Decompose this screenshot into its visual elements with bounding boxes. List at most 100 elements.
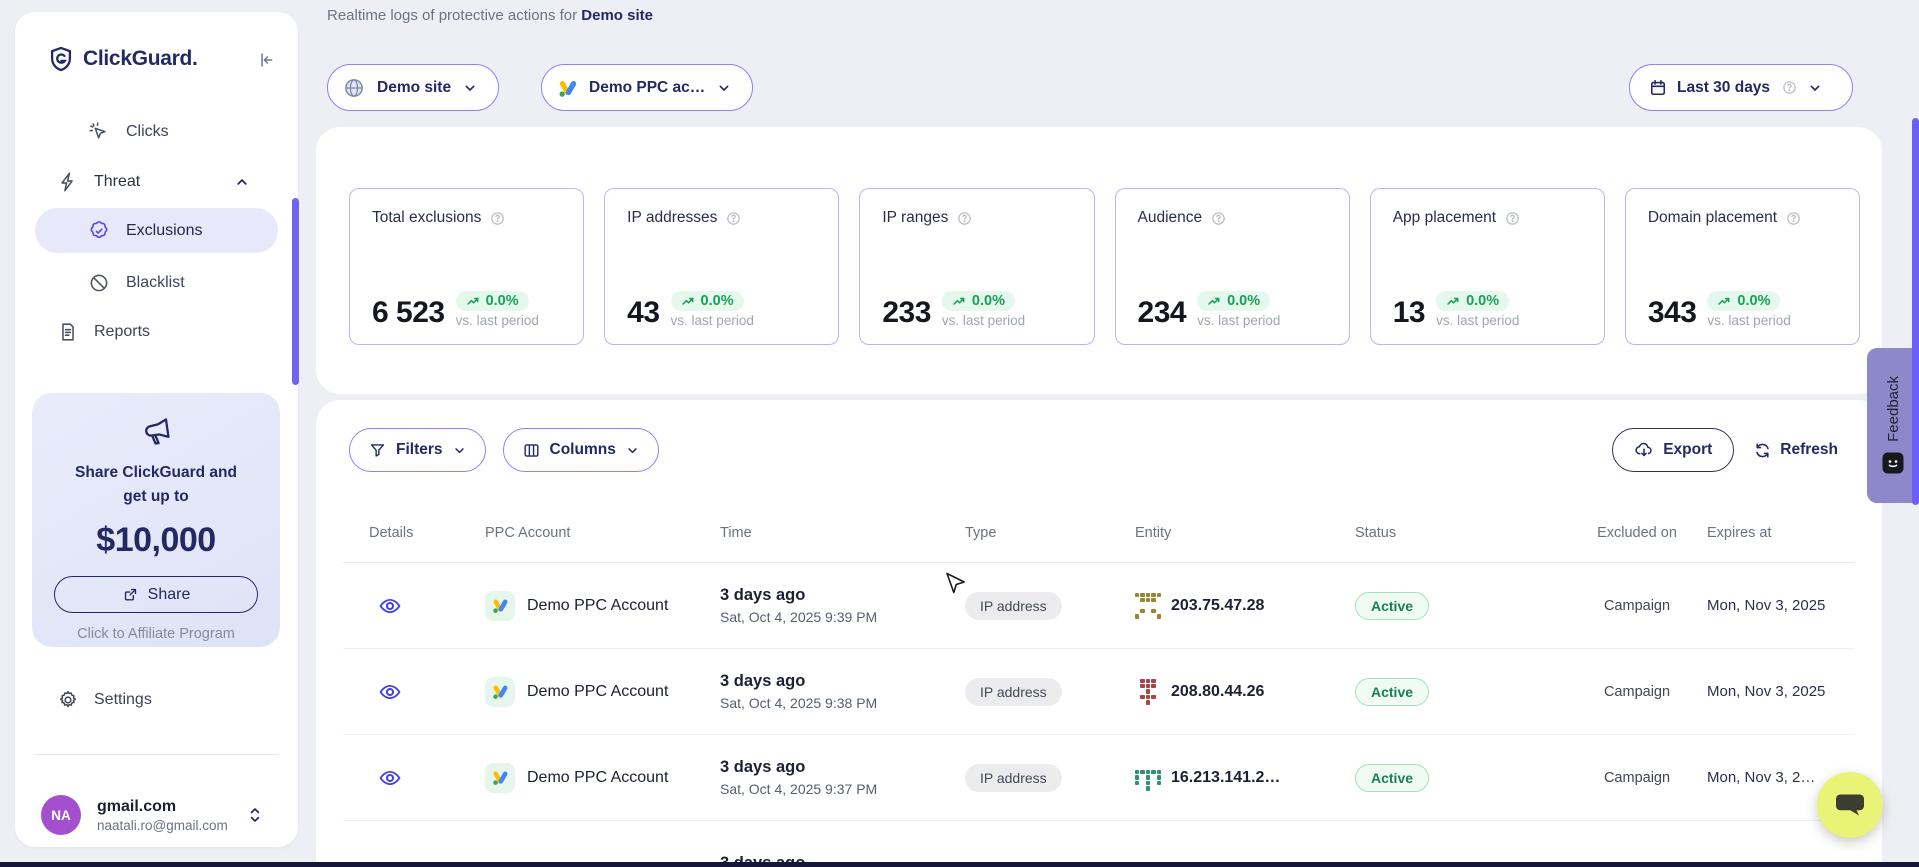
excluded-on-value: Campaign <box>1567 684 1707 700</box>
stat-label: IP addresses <box>627 209 717 227</box>
table-row-partial: 3 days ago <box>343 821 1854 862</box>
sidebar-collapse-icon[interactable] <box>255 50 275 70</box>
ppc-account-selector-value: Demo PPC ac… <box>589 79 705 97</box>
sidebar-item-reports[interactable]: Reports <box>15 312 298 352</box>
promo-text-line1: Share ClickGuard and <box>32 461 280 485</box>
status-badge: Active <box>1355 764 1429 792</box>
type-badge: IP address <box>965 592 1062 620</box>
column-header-type: Type <box>965 525 1135 541</box>
view-details-button[interactable] <box>378 594 485 618</box>
time-relative: 3 days ago <box>720 854 965 862</box>
stat-caption: vs. last period <box>456 313 539 328</box>
column-header-ppc-account: PPC Account <box>485 525 720 541</box>
sidebar-item-label: Settings <box>94 691 152 709</box>
page-scrollbar[interactable] <box>1912 118 1919 505</box>
stat-caption: vs. last period <box>1197 313 1280 328</box>
stat-value: 6 523 <box>372 298 445 328</box>
globe-icon <box>342 76 366 100</box>
chevron-down-icon <box>716 80 732 96</box>
megaphone-icon <box>32 393 280 451</box>
user-email: naatali.ro@gmail.com <box>97 818 228 833</box>
sidebar-item-settings[interactable]: Settings <box>15 680 298 720</box>
trend-up-icon <box>952 294 967 309</box>
stat-caption: vs. last period <box>1436 313 1519 328</box>
view-details-button[interactable] <box>378 766 485 790</box>
stat-caption: vs. last period <box>671 313 754 328</box>
stat-card-ip-ranges: IP ranges 233 0.0% vs. last period <box>859 188 1094 345</box>
sidebar: ClickGuard. Clicks Threat Exclusions <box>15 12 298 847</box>
shield-logo-icon <box>48 46 74 72</box>
sidebar-item-threat[interactable]: Threat <box>15 162 298 202</box>
help-icon[interactable] <box>1781 79 1798 96</box>
google-ads-icon <box>558 78 578 98</box>
stat-delta: 0.0% <box>486 293 519 309</box>
sidebar-item-blacklist[interactable]: Blacklist <box>15 263 298 303</box>
table-header-row: Details PPC Account Time Type Entity Sta… <box>343 472 1854 563</box>
sidebar-item-exclusions[interactable]: Exclusions <box>35 208 278 253</box>
refresh-button[interactable]: Refresh <box>1753 441 1838 460</box>
stat-value: 13 <box>1393 298 1425 328</box>
calendar-icon <box>1648 78 1668 98</box>
stat-delta: 0.0% <box>1466 293 1499 309</box>
help-icon[interactable] <box>1504 210 1521 227</box>
trend-up-icon <box>681 294 696 309</box>
google-ads-icon <box>485 677 515 707</box>
date-range-selector[interactable]: Last 30 days <box>1629 64 1853 111</box>
help-icon[interactable] <box>956 210 973 227</box>
site-selector-value: Demo site <box>377 79 451 97</box>
export-button[interactable]: Export <box>1612 428 1734 472</box>
time-absolute: Sat, Oct 4, 2025 9:38 PM <box>720 695 965 711</box>
help-icon[interactable] <box>1210 210 1227 227</box>
bolt-icon <box>57 171 79 193</box>
chat-button[interactable] <box>1817 772 1883 838</box>
stat-card-total-exclusions: Total exclusions 6 523 0.0% vs. last per… <box>349 188 584 345</box>
date-range-value: Last 30 days <box>1677 79 1770 97</box>
entity-identicon <box>1135 765 1161 791</box>
ppc-account-selector[interactable]: Demo PPC ac… <box>541 64 753 111</box>
sidebar-item-clicks[interactable]: Clicks <box>15 112 298 152</box>
user-name: gmail.com <box>97 798 228 816</box>
help-icon[interactable] <box>1785 210 1802 227</box>
site-selector[interactable]: Demo site <box>327 64 499 111</box>
table-row: Demo PPC Account 3 days agoSat, Oct 4, 2… <box>343 735 1854 821</box>
column-header-entity: Entity <box>1135 525 1355 541</box>
affiliate-promo-card: Share ClickGuard and get up to $10,000 S… <box>32 393 280 647</box>
share-button[interactable]: Share <box>54 576 258 613</box>
expires-at-value: Mon, Nov 3, 2025 <box>1707 597 1854 614</box>
entity-value: 16.213.141.2… <box>1171 769 1280 787</box>
viewport-bottom-edge <box>0 862 1919 867</box>
stat-card-audience: Audience 234 0.0% vs. last period <box>1115 188 1350 345</box>
entity-identicon <box>1135 679 1161 705</box>
external-link-icon <box>122 586 139 603</box>
chevron-down-icon <box>625 443 640 458</box>
columns-button[interactable]: Columns <box>503 428 659 472</box>
user-profile[interactable]: NA gmail.com naatali.ro@gmail.com <box>15 777 298 853</box>
stat-delta: 0.0% <box>1737 293 1770 309</box>
stat-label: Audience <box>1138 209 1203 227</box>
feedback-bubble-icon <box>1881 451 1905 475</box>
help-icon[interactable] <box>489 210 506 227</box>
stat-delta: 0.0% <box>701 293 734 309</box>
table-row: Demo PPC Account 3 days agoSat, Oct 4, 2… <box>343 563 1854 649</box>
status-badge: Active <box>1355 678 1429 706</box>
stat-label: IP ranges <box>882 209 948 227</box>
trend-up-icon <box>1207 294 1222 309</box>
view-details-button[interactable] <box>378 680 485 704</box>
time-absolute: Sat, Oct 4, 2025 9:37 PM <box>720 781 965 797</box>
column-header-details: Details <box>343 525 485 541</box>
brand-name: ClickGuard. <box>83 47 198 71</box>
stat-card-domain-placement: Domain placement 343 0.0% vs. last perio… <box>1625 188 1860 345</box>
funnel-icon <box>368 441 387 460</box>
share-button-label: Share <box>148 586 191 604</box>
sidebar-scrollbar[interactable] <box>292 198 299 385</box>
stat-delta: 0.0% <box>1227 293 1260 309</box>
affiliate-program-link[interactable]: Click to Affiliate Program <box>32 626 280 642</box>
help-icon[interactable] <box>725 210 742 227</box>
excluded-on-value: Campaign <box>1567 598 1707 614</box>
filters-button[interactable]: Filters <box>349 428 486 472</box>
promo-amount: $10,000 <box>32 521 280 560</box>
chevron-down-icon <box>462 80 478 96</box>
stat-delta: 0.0% <box>972 293 1005 309</box>
google-ads-icon <box>485 591 515 621</box>
exclusions-table: Details PPC Account Time Type Entity Sta… <box>343 472 1854 862</box>
